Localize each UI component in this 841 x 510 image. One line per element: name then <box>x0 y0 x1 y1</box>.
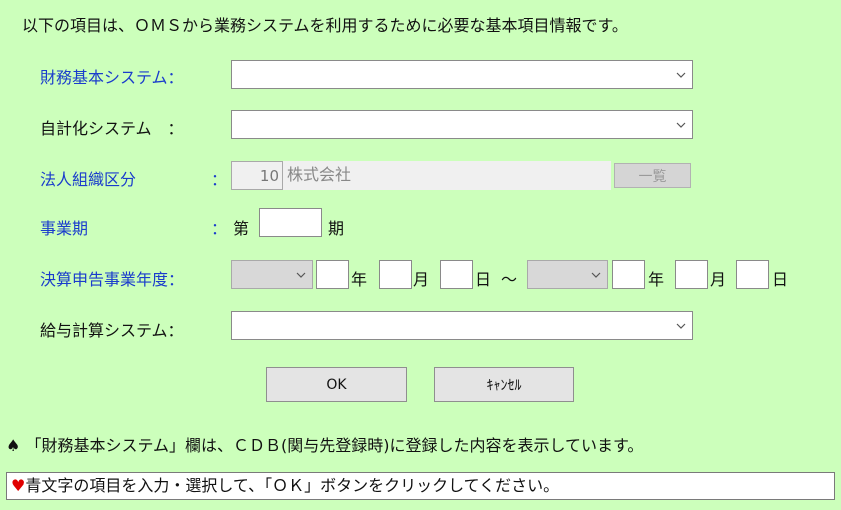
kessan-end-day-unit: 日 <box>772 270 789 289</box>
kessan-label: 決算申告事業年度： <box>40 270 185 289</box>
spade-icon: ♠ <box>6 436 21 455</box>
jigyouki-colon: ： <box>211 219 228 238</box>
chevron-down-icon <box>676 122 686 128</box>
intro-text: 以下の項目は、ＯＭＳから業務システムを利用するために必要な基本項目情報です。 <box>22 16 628 35</box>
chevron-down-icon <box>676 323 686 329</box>
chevron-down-icon <box>296 272 306 278</box>
kessan-start-era-select[interactable] <box>231 260 313 289</box>
kessan-end-month-unit: 月 <box>710 270 727 289</box>
chevron-down-icon <box>676 72 686 78</box>
jigyouki-suffix: 期 <box>328 219 345 238</box>
note-text: 「財務基本システム」欄は、ＣＤＢ(関与先登録時)に登録した内容を表示しています。 <box>25 436 644 455</box>
jigyouki-prefix: 第 <box>233 219 250 238</box>
zaimu-system-select[interactable] <box>231 60 693 89</box>
zaimu-system-label: 財務基本システム： <box>40 68 184 87</box>
jikei-system-select[interactable] <box>231 110 693 139</box>
kessan-end-year-unit: 年 <box>648 270 665 289</box>
houjin-label: 法人組織区分 <box>40 170 137 189</box>
heart-icon: ♥ <box>11 476 26 495</box>
kessan-end-era-select[interactable] <box>527 260 608 289</box>
status-bar: ♥青文字の項目を入力・選択して、「ＯＫ」ボタンをクリックしてください。 <box>6 472 835 500</box>
houjin-name-field: 株式会社 <box>283 161 611 190</box>
status-text: 青文字の項目を入力・選択して、「ＯＫ」ボタンをクリックしてください。 <box>25 476 560 495</box>
kessan-start-month-input[interactable] <box>379 260 412 289</box>
houjin-list-button[interactable]: 一覧 <box>614 163 691 188</box>
kessan-start-month-unit: 月 <box>413 270 430 289</box>
chevron-down-icon <box>591 272 601 278</box>
jigyouki-label: 事業期 <box>40 219 89 238</box>
kyuyo-system-label: 給与計算システム： <box>40 321 184 340</box>
jikei-system-label: 自計化システム ： <box>40 119 184 138</box>
ok-button[interactable]: OK <box>266 367 407 402</box>
houjin-colon: ： <box>211 170 228 189</box>
kessan-start-year-unit: 年 <box>351 270 368 289</box>
kessan-end-day-input[interactable] <box>736 260 769 289</box>
kessan-start-day-unit: 日 <box>475 270 492 289</box>
houjin-code-field[interactable]: 10 <box>231 161 283 190</box>
kessan-end-year-input[interactable] <box>612 260 645 289</box>
cancel-button[interactable]: ｷｬﾝｾﾙ <box>434 367 574 402</box>
kessan-start-year-input[interactable] <box>316 260 349 289</box>
kyuyo-system-select[interactable] <box>231 311 693 340</box>
kessan-end-month-input[interactable] <box>675 260 708 289</box>
kessan-range-tilde: ～ <box>501 270 518 289</box>
jigyouki-input[interactable] <box>259 208 322 237</box>
kessan-start-day-input[interactable] <box>440 260 473 289</box>
note-line: ♠ 「財務基本システム」欄は、ＣＤＢ(関与先登録時)に登録した内容を表示していま… <box>6 432 643 456</box>
